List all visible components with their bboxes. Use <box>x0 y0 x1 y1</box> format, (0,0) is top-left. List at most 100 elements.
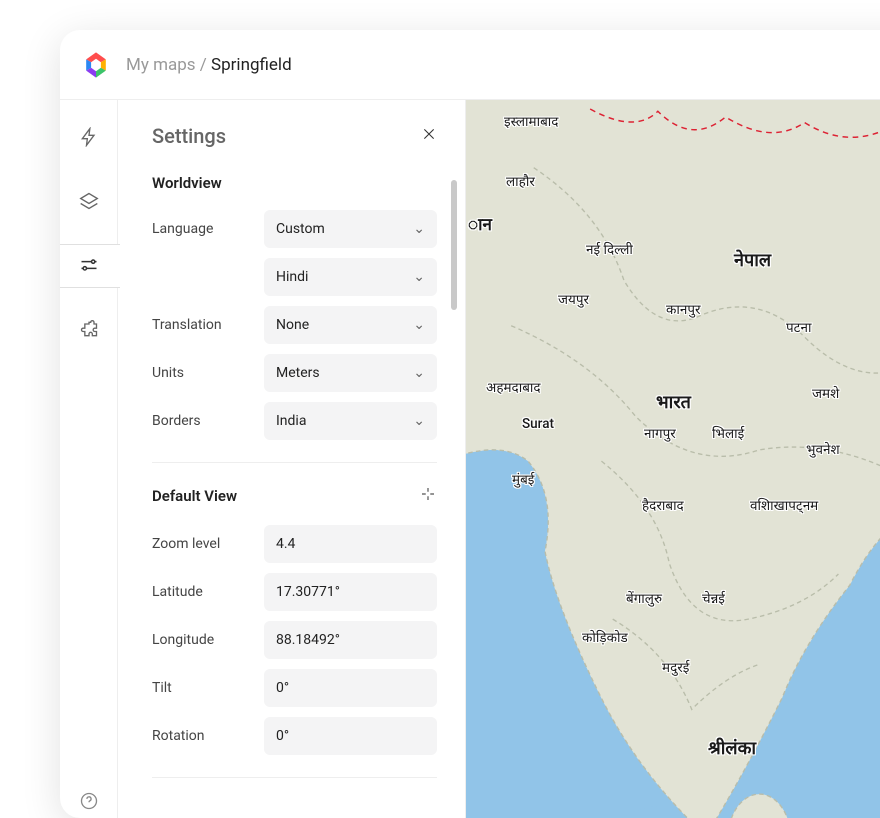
row-lon: Longitude 88.18492° <box>152 621 437 659</box>
close-icon <box>421 126 437 142</box>
map-label: भारत <box>656 390 691 414</box>
field-tilt-value: 0° <box>276 680 289 696</box>
row-lat: Latitude 17.30771° <box>152 573 437 611</box>
field-lon[interactable]: 88.18492° <box>264 621 437 659</box>
select-borders-value: India <box>276 413 306 429</box>
map-label: इस्लामाबाद <box>504 112 558 130</box>
breadcrumb[interactable]: My maps / Springfield <box>126 55 292 75</box>
breadcrumb-sep: / <box>196 55 211 75</box>
lightning-icon <box>79 127 99 147</box>
divider <box>152 462 437 463</box>
map-label: कोड़िकोड <box>582 628 628 646</box>
label-borders: Borders <box>152 413 256 429</box>
field-rotation[interactable]: 0° <box>264 717 437 755</box>
map-label: वशिाखापट्नम <box>750 496 818 514</box>
divider <box>152 777 437 778</box>
chevron-down-icon: ⌄ <box>413 269 425 285</box>
panel-scrollbar[interactable] <box>451 180 457 310</box>
row-tilt: Tilt 0° <box>152 669 437 707</box>
label-tilt: Tilt <box>152 680 256 696</box>
field-lat[interactable]: 17.30771° <box>264 573 437 611</box>
label-units: Units <box>152 365 256 381</box>
map-label: मदुरई <box>662 658 689 676</box>
rail-help-button[interactable] <box>72 784 106 818</box>
map-canvas[interactable]: इस्लामाबाद लाहौरान नई दिल्ली नेपाल जयपुर कानप… <box>466 100 880 818</box>
map-label: नेपाल <box>734 248 771 272</box>
field-zoom[interactable]: 4.4 <box>264 525 437 563</box>
rail-layers-button[interactable] <box>72 184 106 218</box>
map-label: नागपुर <box>644 424 676 442</box>
settings-panel: Settings Worldview Language Custom ⌄ Hin… <box>118 100 466 818</box>
select-language-mode[interactable]: Custom ⌄ <box>264 210 437 248</box>
row-units: Units Meters ⌄ <box>152 354 437 392</box>
field-tilt[interactable]: 0° <box>264 669 437 707</box>
defaultview-heading-row: Default View <box>152 485 437 507</box>
chevron-down-icon: ⌄ <box>413 365 425 381</box>
chevron-down-icon: ⌄ <box>413 221 425 237</box>
worldview-heading: Worldview <box>152 174 437 192</box>
app-window: My maps / Springfield Settin <box>60 30 880 818</box>
layers-icon <box>79 191 99 211</box>
header: My maps / Springfield <box>60 30 880 100</box>
map-label: जमशे <box>812 384 839 402</box>
sliders-icon <box>79 255 99 275</box>
map-label: अहमदाबाद <box>486 378 541 396</box>
map-label: Surat <box>522 416 554 432</box>
label-language: Language <box>152 221 256 237</box>
tool-rail <box>60 100 118 818</box>
field-lat-value: 17.30771° <box>276 584 340 600</box>
label-lat: Latitude <box>152 584 256 600</box>
map-label: भिलाई <box>712 424 744 442</box>
close-panel-button[interactable] <box>421 126 437 147</box>
select-language-mode-value: Custom <box>276 221 325 237</box>
map-label: भुवनेश <box>806 440 840 458</box>
map-label: नई दिल्ली <box>586 240 633 258</box>
crosshair-icon <box>419 485 437 503</box>
help-icon <box>79 791 99 811</box>
map-label: मुंबई <box>512 470 534 488</box>
rail-lightning-button[interactable] <box>72 120 106 154</box>
select-borders[interactable]: India ⌄ <box>264 402 437 440</box>
crosshair-button[interactable] <box>419 485 437 507</box>
puzzle-icon <box>79 319 99 339</box>
map-label: जयपुर <box>558 290 589 308</box>
map-label: लाहौर <box>506 172 535 190</box>
chevron-down-icon: ⌄ <box>413 413 425 429</box>
select-translation-value: None <box>276 317 309 333</box>
select-language-value-text: Hindi <box>276 269 308 285</box>
map-label: श्रीलंका <box>708 736 756 760</box>
map-label: कानपुर <box>666 300 701 318</box>
field-lon-value: 88.18492° <box>276 632 340 648</box>
chevron-down-icon: ⌄ <box>413 317 425 333</box>
field-rotation-value: 0° <box>276 728 289 744</box>
defaultview-heading: Default View <box>152 487 237 505</box>
row-translation: Translation None ⌄ <box>152 306 437 344</box>
map-label: हैदराबाद <box>642 496 684 514</box>
label-rotation: Rotation <box>152 728 256 744</box>
app-body: Settings Worldview Language Custom ⌄ Hin… <box>60 100 880 818</box>
row-rotation: Rotation 0° <box>152 717 437 755</box>
row-language2: Hindi ⌄ <box>152 258 437 296</box>
rail-plugins-button[interactable] <box>72 312 106 346</box>
map-label: पटना <box>786 318 811 336</box>
breadcrumb-parent[interactable]: My maps <box>126 55 196 75</box>
select-language-value[interactable]: Hindi ⌄ <box>264 258 437 296</box>
label-zoom: Zoom level <box>152 536 256 552</box>
field-zoom-value: 4.4 <box>276 536 295 552</box>
row-zoom: Zoom level 4.4 <box>152 525 437 563</box>
rail-settings-button[interactable] <box>72 248 106 282</box>
breadcrumb-current[interactable]: Springfield <box>211 55 292 75</box>
row-language: Language Custom ⌄ <box>152 210 437 248</box>
map-label: बेंगालुरु <box>626 589 662 607</box>
label-lon: Longitude <box>152 632 256 648</box>
map-label: चेन्नई <box>702 589 725 607</box>
map-label: ान <box>468 212 492 235</box>
label-translation: Translation <box>152 317 256 333</box>
select-units[interactable]: Meters ⌄ <box>264 354 437 392</box>
row-borders: Borders India ⌄ <box>152 402 437 440</box>
panel-title: Settings <box>152 124 226 148</box>
panel-title-row: Settings <box>152 124 437 148</box>
map-svg <box>466 100 880 818</box>
select-translation[interactable]: None ⌄ <box>264 306 437 344</box>
select-units-value: Meters <box>276 365 320 381</box>
